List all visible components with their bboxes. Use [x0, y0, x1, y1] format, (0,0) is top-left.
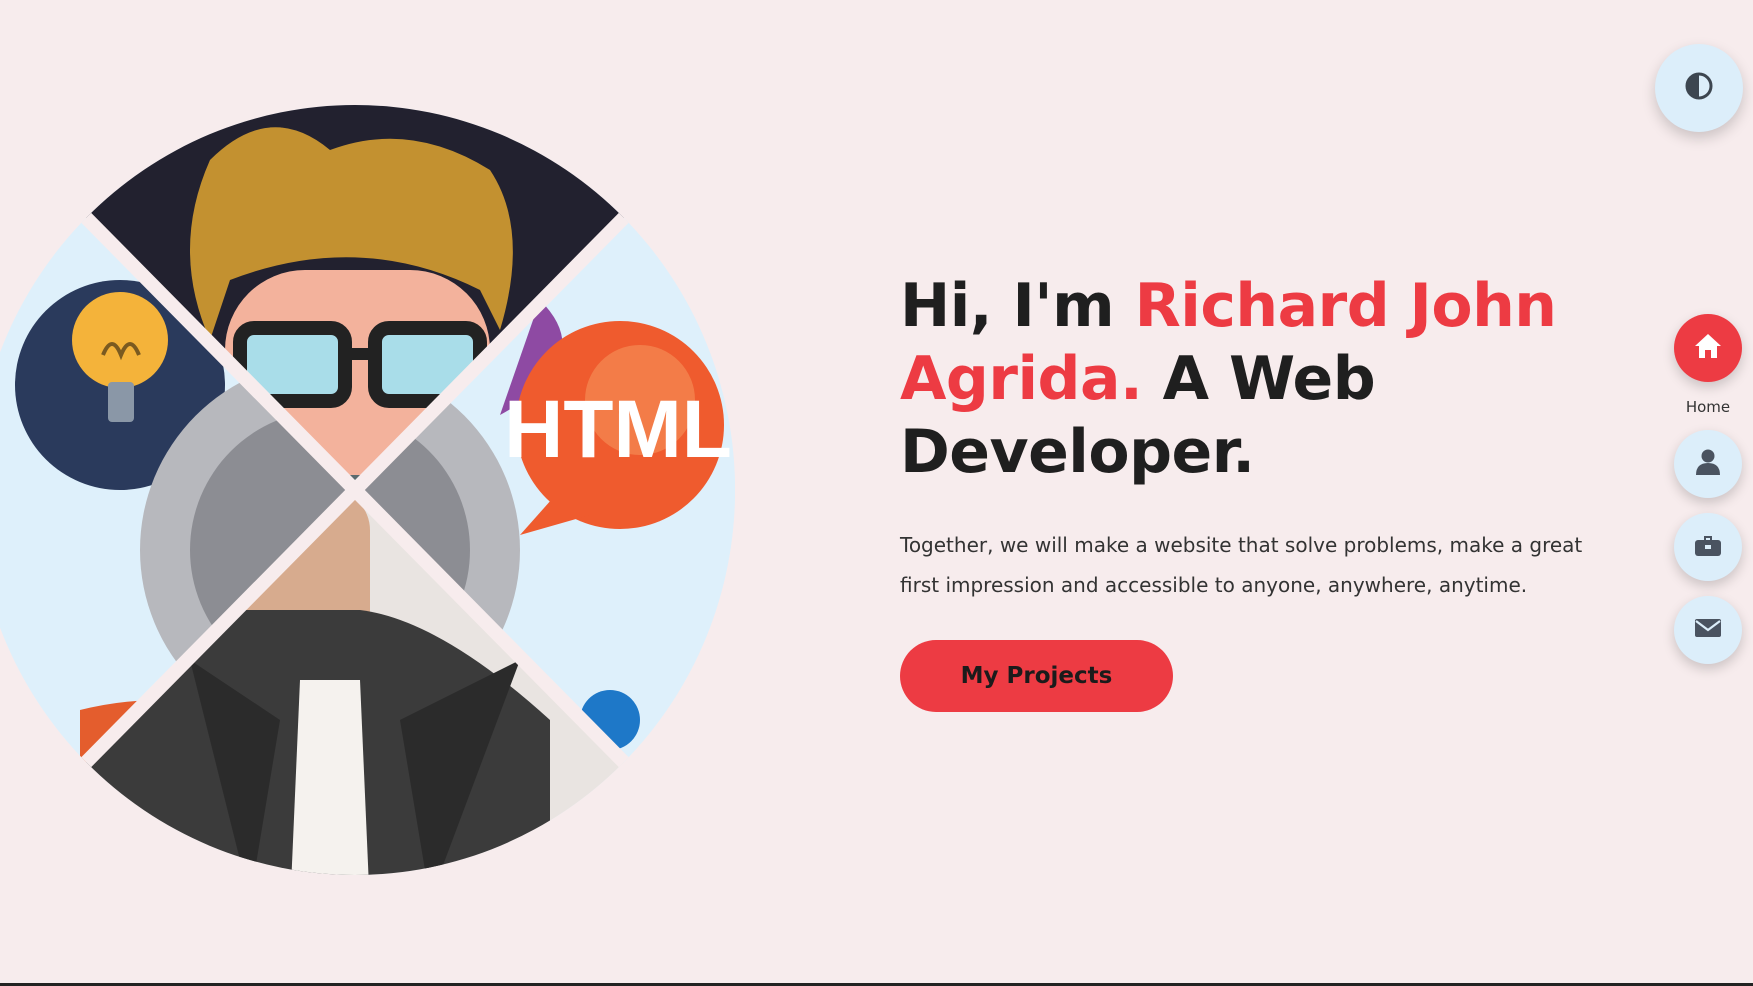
nav-portfolio-button[interactable] [1674, 513, 1742, 581]
nav-contact-button[interactable] [1674, 596, 1742, 664]
my-projects-button[interactable]: My Projects [900, 640, 1173, 712]
hero-section: Hi, I'm Richard John Agrida. A Web Devel… [900, 270, 1600, 712]
envelope-icon [1694, 618, 1722, 642]
nav-home-label: Home [1685, 398, 1731, 416]
svg-text:HTML: HTML [504, 384, 732, 475]
contrast-icon [1684, 71, 1714, 105]
nav-about-button[interactable] [1674, 430, 1742, 498]
user-icon [1695, 448, 1721, 480]
hero-title: Hi, I'm Richard John Agrida. A Web Devel… [900, 270, 1600, 489]
hero-illustration: HTML [0, 100, 740, 880]
hero-description: Together, we will make a website that so… [900, 533, 1583, 597]
nav-home-button[interactable] [1674, 314, 1742, 382]
briefcase-icon [1694, 532, 1722, 562]
theme-toggle-button[interactable] [1655, 44, 1743, 132]
hero-title-prefix: Hi, I'm [900, 271, 1135, 341]
home-icon [1693, 332, 1723, 364]
